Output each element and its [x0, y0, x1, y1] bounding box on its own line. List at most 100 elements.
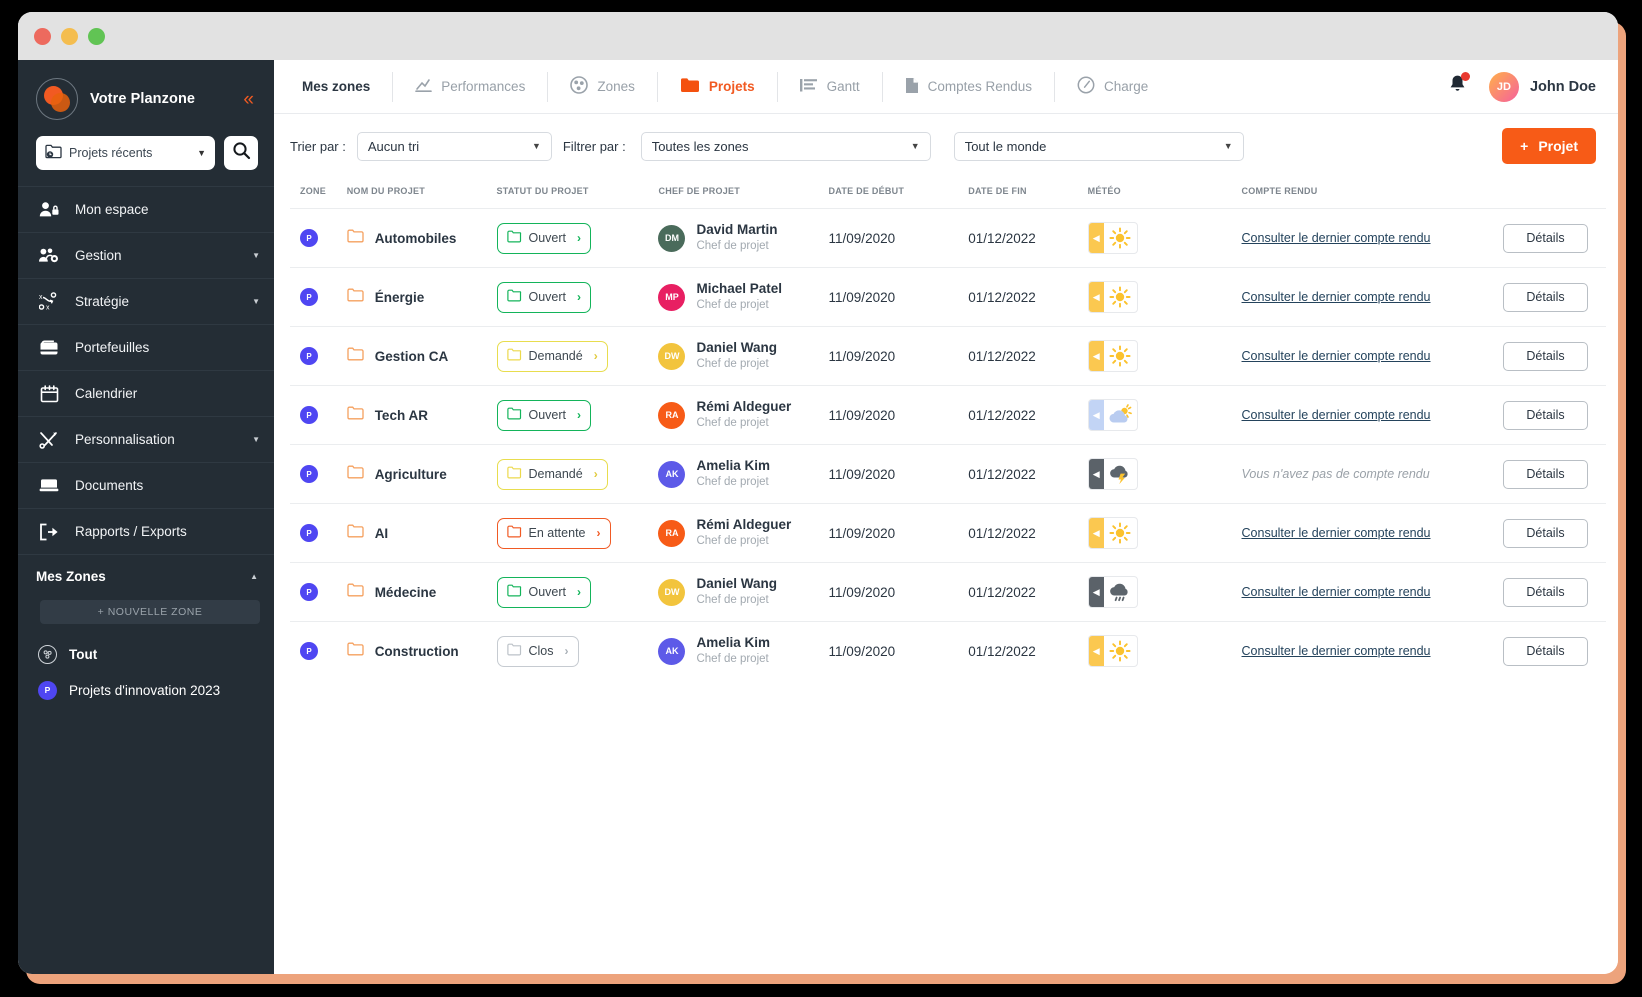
new-project-button[interactable]: + Projet: [1502, 128, 1596, 164]
status-badge[interactable]: Demandé ›: [496, 340, 608, 372]
sidebar-item-calendrier[interactable]: Calendrier: [18, 370, 274, 416]
table-row[interactable]: P Tech AR Ouvert › RA Rémi Aldeguer Chef…: [290, 385, 1606, 445]
chevrons-left-icon[interactable]: «: [243, 90, 258, 109]
weather-indicator[interactable]: ◀: [1087, 340, 1138, 372]
status-badge[interactable]: Ouvert ›: [496, 222, 592, 254]
cell-name[interactable]: Automobiles: [347, 209, 497, 268]
cell-name[interactable]: Agriculture: [347, 445, 497, 504]
cell-name[interactable]: Gestion CA: [347, 327, 497, 386]
compte-rendu-link[interactable]: Consulter le dernier compte rendu: [1242, 290, 1431, 304]
tab-charge[interactable]: Charge: [1055, 72, 1170, 102]
chef-name: Rémi Aldeguer: [696, 399, 792, 415]
cell-name[interactable]: Tech AR: [347, 386, 497, 445]
sidebar-zone-tout[interactable]: Tout: [18, 636, 274, 672]
notifications-button[interactable]: [1448, 72, 1470, 99]
weather-indicator[interactable]: ◀: [1087, 576, 1138, 608]
details-button[interactable]: Détails: [1503, 518, 1588, 548]
status-badge[interactable]: Clos ›: [496, 635, 579, 667]
compte-rendu-link[interactable]: Consulter le dernier compte rendu: [1242, 644, 1431, 658]
table-row[interactable]: P Médecine Ouvert › DW Daniel Wang Chef …: [290, 562, 1606, 622]
chevron-left-icon[interactable]: ◀: [1088, 577, 1104, 607]
close-window-button[interactable]: [34, 27, 51, 45]
chevron-left-icon[interactable]: ◀: [1088, 400, 1104, 430]
tab-zones[interactable]: Zones: [548, 71, 658, 102]
status-badge[interactable]: Demandé ›: [496, 458, 608, 490]
maximize-window-button[interactable]: [88, 27, 105, 45]
tab-gantt[interactable]: Gantt: [778, 71, 883, 102]
sidebar-item-strategie[interactable]: xx Stratégie ▼: [18, 278, 274, 324]
table-row[interactable]: P Gestion CA Demandé › DW Daniel Wang Ch…: [290, 326, 1606, 386]
status-badge[interactable]: Ouvert ›: [496, 281, 592, 313]
user-name[interactable]: John Doe: [1530, 79, 1596, 95]
weather-indicator[interactable]: ◀: [1087, 458, 1138, 490]
chevron-left-icon[interactable]: ◀: [1088, 223, 1104, 253]
tab-comptes-rendus[interactable]: Comptes Rendus: [883, 71, 1055, 102]
weather-indicator[interactable]: ◀: [1087, 399, 1138, 431]
new-zone-button[interactable]: + NOUVELLE ZONE: [40, 600, 260, 624]
sidebar-zone-projets-innovation[interactable]: P Projets d'innovation 2023: [18, 672, 274, 708]
sidebar-item-gestion[interactable]: Gestion ▼: [18, 232, 274, 278]
sidebar-item-portefeuilles[interactable]: Portefeuilles: [18, 324, 274, 370]
cell-start-date: 11/09/2020: [828, 643, 896, 659]
table-row[interactable]: P Construction Clos › AK Amelia Kim Chef…: [290, 621, 1606, 681]
details-button[interactable]: Détails: [1503, 459, 1588, 489]
details-button[interactable]: Détails: [1503, 282, 1588, 312]
table-row[interactable]: P Automobiles Ouvert › DM David Martin C…: [290, 208, 1606, 268]
details-button[interactable]: Détails: [1503, 341, 1588, 371]
status-badge[interactable]: Ouvert ›: [496, 576, 592, 608]
chevron-down-icon: ▼: [531, 141, 541, 151]
search-button[interactable]: [224, 136, 258, 170]
sidebar-item-mon-espace[interactable]: Mon espace: [18, 186, 274, 232]
people-filter-select[interactable]: Tout le monde ▼: [953, 131, 1244, 161]
compte-rendu-link[interactable]: Consulter le dernier compte rendu: [1242, 585, 1431, 599]
cell-end-date: 01/12/2022: [968, 466, 1036, 482]
weather-indicator[interactable]: ◀: [1087, 222, 1138, 254]
tools-icon: [38, 431, 60, 449]
chevron-left-icon[interactable]: ◀: [1088, 459, 1104, 489]
tab-projets[interactable]: Projets: [658, 71, 778, 102]
avatar[interactable]: JD: [1488, 71, 1519, 102]
details-button[interactable]: Détails: [1503, 577, 1588, 607]
table-row[interactable]: P Énergie Ouvert › MP Michael Patel Chef…: [290, 267, 1606, 327]
cell-name[interactable]: Médecine: [347, 563, 497, 622]
chef-role: Chef de projet: [696, 593, 769, 606]
sidebar-zones-header[interactable]: Mes Zones ▲: [18, 554, 274, 598]
cell-end-date: 01/12/2022: [968, 289, 1036, 305]
cell-name[interactable]: Énergie: [347, 268, 497, 327]
tab-performances[interactable]: Performances: [393, 71, 549, 102]
sidebar-item-rapports-exports[interactable]: Rapports / Exports: [18, 508, 274, 554]
weather-indicator[interactable]: ◀: [1087, 281, 1138, 313]
weather-indicator[interactable]: ◀: [1087, 635, 1138, 668]
table-row[interactable]: P Agriculture Demandé › AK Amelia Kim Ch…: [290, 444, 1606, 504]
details-button[interactable]: Détails: [1503, 636, 1588, 666]
compte-rendu-link[interactable]: Consulter le dernier compte rendu: [1242, 349, 1431, 363]
minimize-window-button[interactable]: [61, 27, 78, 45]
cell-name[interactable]: AI: [347, 504, 497, 563]
sort-value: Aucun tri: [367, 138, 420, 154]
cell-name[interactable]: Construction: [347, 622, 497, 681]
compte-rendu-link[interactable]: Consulter le dernier compte rendu: [1242, 526, 1431, 540]
cell-status: Demandé ›: [496, 445, 659, 504]
weather-indicator[interactable]: ◀: [1087, 517, 1138, 549]
chevron-left-icon[interactable]: ◀: [1088, 636, 1104, 667]
tab-mes-zones[interactable]: Mes zones: [280, 71, 394, 102]
details-button[interactable]: Détails: [1503, 400, 1588, 430]
recent-projects-select[interactable]: Projets récents ▼: [36, 136, 215, 170]
sort-select[interactable]: Aucun tri ▼: [356, 131, 552, 161]
zone-filter-select[interactable]: Toutes les zones ▼: [640, 131, 931, 161]
chevron-left-icon[interactable]: ◀: [1088, 282, 1104, 312]
cell-start-date: 11/09/2020: [828, 584, 896, 600]
cell-zone: P: [290, 209, 347, 268]
status-badge[interactable]: Ouvert ›: [496, 399, 592, 431]
sidebar-item-personnalisation[interactable]: Personnalisation ▼: [18, 416, 274, 462]
sidebar-item-documents[interactable]: Documents: [18, 462, 274, 508]
details-button[interactable]: Détails: [1503, 223, 1588, 253]
cell-actions: Détails: [1454, 268, 1606, 327]
chevron-left-icon[interactable]: ◀: [1088, 518, 1104, 548]
table-row[interactable]: P AI En attente › RA Rémi Aldeguer Chef …: [290, 503, 1606, 563]
compte-rendu-link[interactable]: Consulter le dernier compte rendu: [1242, 231, 1431, 245]
chevron-left-icon[interactable]: ◀: [1088, 341, 1104, 371]
weather-icon: [1104, 577, 1137, 607]
status-badge[interactable]: En attente ›: [496, 517, 611, 549]
compte-rendu-link[interactable]: Consulter le dernier compte rendu: [1242, 408, 1431, 422]
